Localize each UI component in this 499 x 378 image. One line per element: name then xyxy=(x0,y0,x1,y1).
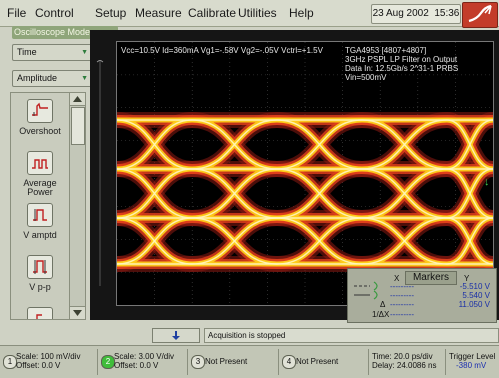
marker-y2: 5.540 V xyxy=(462,291,490,300)
ch2-offset-text: Offset: 0.0 V xyxy=(114,361,159,370)
overshoot-button[interactable]: Overshoot xyxy=(15,97,65,145)
next-measurement-button[interactable] xyxy=(15,305,65,319)
channel-3-badge[interactable]: 3 xyxy=(191,355,205,369)
timebase-delay[interactable]: Delay: 24.0086 ns xyxy=(372,361,437,370)
amplitude-dropdown[interactable]: Amplitude ▼ xyxy=(12,70,92,87)
markers-panel: Markers X Y --------- -5.510 V ---------… xyxy=(347,268,497,323)
marker-inv-delta-label: 1/ΔX xyxy=(372,310,390,319)
marker-inv-dx: --------- xyxy=(390,310,414,319)
info-line-4: Vin=500mV xyxy=(345,73,387,82)
average-power-button[interactable]: Average Power xyxy=(15,149,65,197)
ch1-scale-label[interactable]: Scale: 100 mV/div xyxy=(16,352,80,361)
amplitude-dropdown-label: Amplitude xyxy=(17,73,58,83)
dropdown-arrow-icon: ▼ xyxy=(81,49,88,56)
ch2-scale-label[interactable]: Scale: 3.00 V/div xyxy=(114,352,174,361)
trigger-level-label[interactable]: Trigger Level xyxy=(449,352,495,361)
info-line-1: TGA4953 [4807+4807] xyxy=(345,46,427,55)
overshoot-label: Overshoot xyxy=(19,126,61,136)
separator xyxy=(187,349,188,375)
menu-calibrate[interactable]: Calibrate xyxy=(188,6,236,20)
acquisition-status: Acquisition is stopped xyxy=(204,328,499,343)
timebase-time[interactable]: Time: 20.0 ps/div xyxy=(372,352,433,361)
marker-line-icon xyxy=(354,281,378,300)
channel-marker-icon[interactable] xyxy=(96,59,104,286)
time-dropdown-label: Time xyxy=(17,47,37,57)
menu-file[interactable]: File xyxy=(7,6,26,20)
measurement-scrollbar[interactable] xyxy=(69,92,86,320)
trigger-level-arrow-icon[interactable]: ↓ xyxy=(484,176,490,188)
acquisition-toggle-button[interactable] xyxy=(152,328,200,343)
ch4-status[interactable]: Not Present xyxy=(296,357,338,366)
channel-toolbar: 1 Scale: 100 mV/div Offset: 0.0 V 2 Scal… xyxy=(0,345,499,378)
marker-dy: 11.050 V xyxy=(458,300,490,309)
dropdown-arrow-icon: ▼ xyxy=(81,75,88,82)
info-line-3: Data In: 12.5Gb/s 2^31-1 PRBS xyxy=(345,64,459,73)
ch1-offset-label[interactable]: Offset: 0.0 V xyxy=(16,361,60,370)
v-pp-button[interactable]: V p-p xyxy=(15,253,65,301)
trigger-level-value[interactable]: -380 mV xyxy=(456,361,486,370)
separator xyxy=(445,349,446,375)
v-pp-label: V p-p xyxy=(29,282,51,292)
channel-2-badge[interactable]: 2 xyxy=(101,355,115,369)
separator xyxy=(278,349,279,375)
waveform-display[interactable]: Vcc=10.5V Id=360mA Vg1=-.58V Vg2=-.05V V… xyxy=(116,41,494,306)
scroll-up-icon[interactable] xyxy=(70,93,85,106)
menu-bar: File Control Setup Measure Calibrate Uti… xyxy=(0,0,499,28)
menu-setup[interactable]: Setup xyxy=(95,6,126,20)
ch1-scale-text: Scale: 100 mV/div xyxy=(16,352,81,361)
channel-1-badge[interactable]: 1 xyxy=(3,355,17,369)
date-time-display: 23 Aug 2002 15:36 xyxy=(371,4,461,24)
scroll-down-icon[interactable] xyxy=(70,306,85,319)
agilent-logo[interactable] xyxy=(462,2,498,28)
measurement-list: Overshoot Average Power V amptd V p-p xyxy=(10,92,70,320)
marker-y1: -5.510 V xyxy=(459,282,490,291)
ch1-offset-text: Offset: 0.0 V xyxy=(16,361,61,370)
v-peak-to-peak-icon xyxy=(27,255,53,279)
overshoot-icon xyxy=(27,99,53,123)
v-amptd-button[interactable]: V amptd xyxy=(15,201,65,249)
menu-utilities[interactable]: Utilities xyxy=(238,6,277,20)
average-power-icon xyxy=(27,151,53,175)
ch2-scale-text: Scale: 3.00 V/div xyxy=(114,352,175,361)
time-text: 15:36 xyxy=(434,8,460,19)
marker-delta-label: Δ xyxy=(380,300,386,309)
bias-conditions-text: Vcc=10.5V Id=360mA Vg1=-.58V Vg2=-.05V V… xyxy=(121,46,323,55)
separator xyxy=(97,349,98,375)
eye-diagram xyxy=(117,42,493,305)
info-line-2: 3GHz PSPL LP Filter on Output xyxy=(345,55,458,64)
menu-control[interactable]: Control xyxy=(35,6,74,20)
menu-help[interactable]: Help xyxy=(289,6,314,20)
menu-measure[interactable]: Measure xyxy=(135,6,182,20)
ch2-offset-label[interactable]: Offset: 0.0 V xyxy=(114,361,158,370)
channel-4-badge[interactable]: 4 xyxy=(282,355,296,369)
measurement-icon xyxy=(27,307,53,319)
marker-x1: --------- xyxy=(390,282,414,291)
scroll-thumb[interactable] xyxy=(71,107,85,145)
time-dropdown[interactable]: Time ▼ xyxy=(12,44,92,61)
marker-dx: --------- xyxy=(390,300,414,309)
date-text: 23 Aug 2002 xyxy=(372,8,429,19)
timebase-time-text: Time: 20.0 ps/div xyxy=(372,352,433,361)
marker-x2: --------- xyxy=(390,291,414,300)
logo-swoosh-icon xyxy=(468,4,492,23)
v-amptd-label: V amptd xyxy=(23,230,57,240)
ch3-status[interactable]: Not Present xyxy=(205,357,247,366)
timebase-delay-text: Delay: 24.0086 ns xyxy=(372,361,437,370)
arrow-down-icon xyxy=(172,331,180,340)
v-amplitude-icon xyxy=(27,203,53,227)
separator xyxy=(368,349,369,375)
average-power-label: Average Power xyxy=(23,178,57,197)
